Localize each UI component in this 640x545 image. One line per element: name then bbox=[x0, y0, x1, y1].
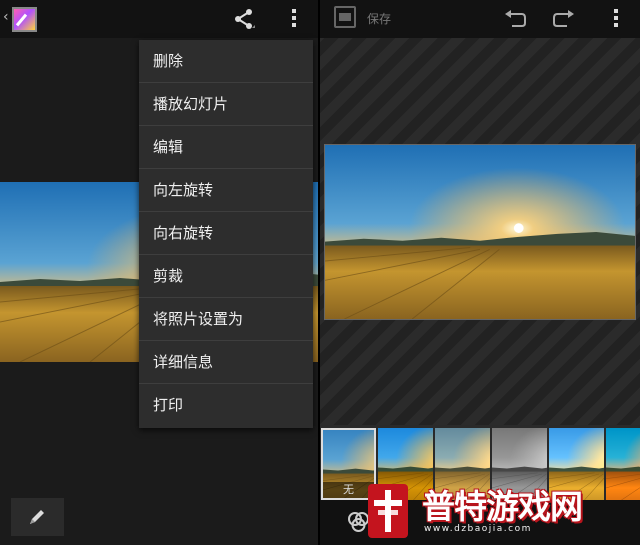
edit-canvas-photo[interactable] bbox=[324, 144, 636, 320]
menu-item-edit[interactable]: 编辑 bbox=[139, 126, 313, 169]
redo-icon[interactable] bbox=[553, 9, 575, 29]
menu-item-delete[interactable]: 删除 bbox=[139, 40, 313, 83]
menu-item-slideshow[interactable]: 播放幻灯片 bbox=[139, 83, 313, 126]
undo-icon[interactable] bbox=[504, 9, 526, 29]
menu-item-set-as[interactable]: 将照片设置为 bbox=[139, 298, 313, 341]
pencil-icon bbox=[30, 510, 44, 524]
save-button[interactable]: 保存 bbox=[367, 10, 391, 27]
menu-item-print[interactable]: 打印 bbox=[139, 384, 313, 427]
edit-button[interactable] bbox=[11, 498, 64, 536]
photo-save-icon[interactable] bbox=[334, 6, 356, 28]
photo-editor: 保存 无 普特游戏网 www.dzbaojia.com bbox=[320, 0, 640, 545]
menu-item-rotate-left[interactable]: 向左旋转 bbox=[139, 169, 313, 212]
gallery-action-bar: ‹ bbox=[0, 0, 319, 38]
site-watermark: 普特游戏网 www.dzbaojia.com bbox=[364, 478, 640, 545]
chevron-left-icon[interactable]: ‹ bbox=[3, 9, 9, 25]
share-icon[interactable] bbox=[233, 8, 255, 30]
overflow-menu: 删除 播放幻灯片 编辑 向左旋转 向右旋转 剪裁 将照片设置为 详细信息 打印 bbox=[139, 40, 313, 428]
watermark-title: 普特游戏网 bbox=[422, 487, 583, 526]
menu-item-crop[interactable]: 剪裁 bbox=[139, 255, 313, 298]
overflow-menu-icon[interactable] bbox=[608, 9, 624, 31]
watermark-logo bbox=[368, 484, 408, 538]
photo-preview[interactable] bbox=[0, 182, 140, 362]
gallery-icon[interactable] bbox=[12, 7, 37, 32]
menu-item-details[interactable]: 详细信息 bbox=[139, 341, 313, 384]
watermark-url: www.dzbaojia.com bbox=[424, 524, 532, 534]
menu-item-rotate-right[interactable]: 向右旋转 bbox=[139, 212, 313, 255]
gallery-view: ‹ 删除 播放幻灯片 编辑 向左旋转 向右旋转 剪裁 将照片设置为 详细信息 打… bbox=[0, 0, 319, 545]
overflow-menu-icon[interactable] bbox=[286, 9, 302, 31]
editor-action-bar: 保存 bbox=[320, 0, 640, 38]
